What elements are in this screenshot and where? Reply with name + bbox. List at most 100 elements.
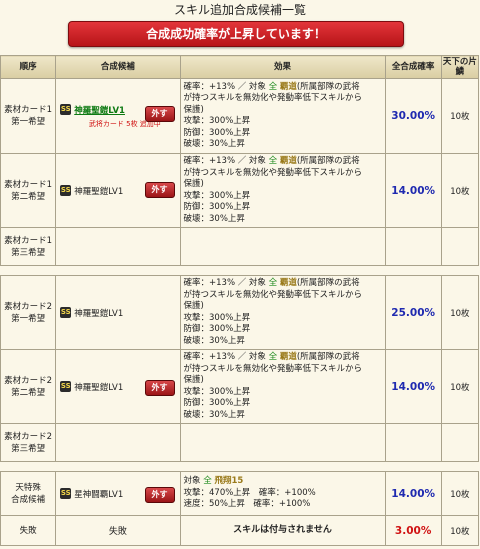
table-row: 素材カード2 第三希望 xyxy=(0,423,480,462)
header-order: 順序 xyxy=(0,55,57,79)
effect-line: 確率：+13% ／ 対象 全 覇道(所属部隊の武将 xyxy=(183,81,360,92)
effect-line: 破壊：30%上昇 xyxy=(183,335,245,346)
effect-line: 防御：300%上昇 xyxy=(183,127,251,138)
effect-line: 防御：300%上昇 xyxy=(183,202,251,212)
candidate-failure: 失敗 xyxy=(108,527,127,537)
effect-line: 防御：300%上昇 xyxy=(183,398,251,408)
remove-button[interactable]: 外す xyxy=(144,106,175,122)
count-value: 10枚 xyxy=(440,471,480,516)
order-priority: 第二希望 xyxy=(11,191,46,202)
rate-value: 30.00% xyxy=(384,78,442,154)
order-cell: 失敗 xyxy=(0,515,57,546)
effect-line: 保護) xyxy=(183,179,204,189)
order-label: 素材カード2 xyxy=(4,431,53,442)
rate-value: 3.00% xyxy=(384,515,442,546)
count-value xyxy=(440,227,480,266)
rate-value: 25.00% xyxy=(384,275,442,350)
skill-name: 神羅聖鎧LV1 xyxy=(74,308,124,319)
skill-name: 神羅聖鎧LV1 xyxy=(74,382,124,393)
rate-value xyxy=(384,227,442,266)
header-rate: 全合成確率 xyxy=(384,55,442,79)
header-candidate: 合成候補 xyxy=(55,55,181,79)
remove-button[interactable]: 外す xyxy=(144,487,175,503)
order-priority: 第一希望 xyxy=(11,313,46,324)
effect-cell xyxy=(179,227,386,266)
count-value xyxy=(440,423,480,462)
order-priority: 合成候補 xyxy=(11,494,46,505)
header-count: 天下の片鱗 xyxy=(440,55,480,79)
effect-cell: 確率：+13% ／ 対象 全 覇道(所属部隊の武将 が持つスキルを無効化や発動率… xyxy=(179,78,386,154)
candidate-cell: SS 神羅聖鎧LV1 外す xyxy=(55,349,181,424)
rank-badge: SS xyxy=(60,307,72,318)
skill-name: 神羅聖鎧LV1 xyxy=(74,186,124,197)
count-value: 10枚 xyxy=(440,153,480,228)
success-rate-banner: 合成成功確率が上昇しています！ xyxy=(68,21,404,47)
effect-cell: 確率：+13% ／ 対象 全 覇道(所属部隊の武将 が持つスキルを無効化や発動率… xyxy=(179,153,386,228)
rank-badge: SS xyxy=(60,488,72,499)
order-cell: 素材カード1 第二希望 xyxy=(0,153,57,228)
rate-value: 14.00% xyxy=(384,471,442,516)
remove-button[interactable]: 外す xyxy=(144,380,175,396)
remove-button[interactable]: 外す xyxy=(144,182,175,198)
count-value: 10枚 xyxy=(440,515,480,546)
candidate-cell: SS 神羅聖鎧LV1 外す xyxy=(55,153,181,228)
order-label: 素材カード1 xyxy=(4,105,53,115)
count-value: 10枚 xyxy=(440,349,480,424)
rate-value xyxy=(384,423,442,462)
effect-line: 対象 全 飛翔15 xyxy=(183,476,244,487)
effect-line: 保護) xyxy=(183,104,204,115)
table-row: 失敗 失敗 スキルは付与されません 3.00% 10枚 xyxy=(0,515,480,546)
effect-line: 攻撃：300%上昇 xyxy=(183,312,251,323)
candidate-cell xyxy=(55,227,181,266)
count-value: 10枚 xyxy=(440,78,480,154)
table-row: 素材カード1 第三希望 xyxy=(0,227,480,266)
order-priority: 第三希望 xyxy=(11,247,46,258)
candidate-cell: SS 星神闘覇LV1 外す xyxy=(55,471,181,516)
candidate-cell xyxy=(55,423,181,462)
candidate-skill: SS 神羅聖鎧LV1 xyxy=(56,307,179,319)
order-cell: 素材カード1 第一希望 xyxy=(0,78,57,154)
order-cell: 素材カード2 第三希望 xyxy=(0,423,57,462)
order-cell: 素材カード1 第三希望 xyxy=(0,227,57,266)
rank-badge: SS xyxy=(60,104,72,115)
order-label: 失敗 xyxy=(19,525,37,536)
order-label: 素材カード1 xyxy=(4,235,53,246)
effect-cell xyxy=(179,423,386,462)
table-row: 素材カード2 第一希望 SS 神羅聖鎧LV1 確率：+13% ／ 対象 全 覇道… xyxy=(0,275,480,350)
order-label: 素材カード2 xyxy=(4,375,53,386)
effect-line: 破壊：30%上昇 xyxy=(183,409,245,420)
effect-line: 確率：+13% ／ 対象 全 覇道(所属部隊の武将 xyxy=(183,352,360,362)
count-value: 10枚 xyxy=(440,275,480,350)
group-separator xyxy=(0,265,479,276)
table-row: 素材カード1 第一希望 SS 神羅聖鎧LV1 外す 武将カード 5枚 追加中 確… xyxy=(0,78,480,154)
rate-value: 14.00% xyxy=(384,153,442,228)
effect-line: 破壊：30%上昇 xyxy=(183,139,245,149)
order-priority: 第二希望 xyxy=(11,387,46,398)
effect-cell: スキルは付与されません xyxy=(179,515,386,546)
table-row: 素材カード2 第二希望 SS 神羅聖鎧LV1 外す 確率：+13% ／ 対象 全… xyxy=(0,349,480,424)
effect-line: 確率：+13% ／ 対象 全 覇道(所属部隊の武将 xyxy=(183,278,360,288)
effect-cell: 確率：+13% ／ 対象 全 覇道(所属部隊の武将 が持つスキルを無効化や発動率… xyxy=(179,349,386,424)
order-priority: 第一希望 xyxy=(11,117,46,127)
skill-link[interactable]: 神羅聖鎧LV1 xyxy=(74,104,125,116)
order-cell: 天特殊 合成候補 xyxy=(0,471,57,516)
effect-cell: 確率：+13% ／ 対象 全 覇道(所属部隊の武将 が持つスキルを無効化や発動率… xyxy=(179,275,386,350)
effect-line: 破壊：30%上昇 xyxy=(183,213,245,224)
effect-line: 攻撃：470%上昇 確率：+100% xyxy=(183,487,316,498)
effect-line: 確率：+13% ／ 対象 全 覇道(所属部隊の武将 xyxy=(183,156,360,166)
order-priority: 第三希望 xyxy=(11,443,46,454)
effect-line: が持つスキルを無効化や発動率低下スキルから xyxy=(183,93,363,103)
effect-line: が持つスキルを無効化や発動率低下スキルから xyxy=(183,363,363,374)
order-label: 天特殊 xyxy=(15,482,41,493)
effect-line: 保護) xyxy=(183,375,204,385)
candidate-table: 順序 合成候補 効果 全合成確率 天下の片鱗 素材カード1 第一希望 SS 神羅… xyxy=(0,55,480,546)
rate-value: 14.00% xyxy=(384,349,442,424)
candidate-cell: SS 神羅聖鎧LV1 xyxy=(55,275,181,350)
table-row: 天特殊 合成候補 SS 星神闘覇LV1 外す 対象 全 飛翔15 攻撃：470%… xyxy=(0,471,480,516)
effect-cell: 対象 全 飛翔15 攻撃：470%上昇 確率：+100% 速度：50%上昇 確率… xyxy=(179,471,386,516)
candidate-cell: 失敗 xyxy=(55,515,181,546)
rank-badge: SS xyxy=(60,381,72,392)
effect-line: 防御：300%上昇 xyxy=(183,324,251,334)
rank-badge: SS xyxy=(60,185,72,196)
effect-line: が持つスキルを無効化や発動率低下スキルから xyxy=(183,167,363,178)
